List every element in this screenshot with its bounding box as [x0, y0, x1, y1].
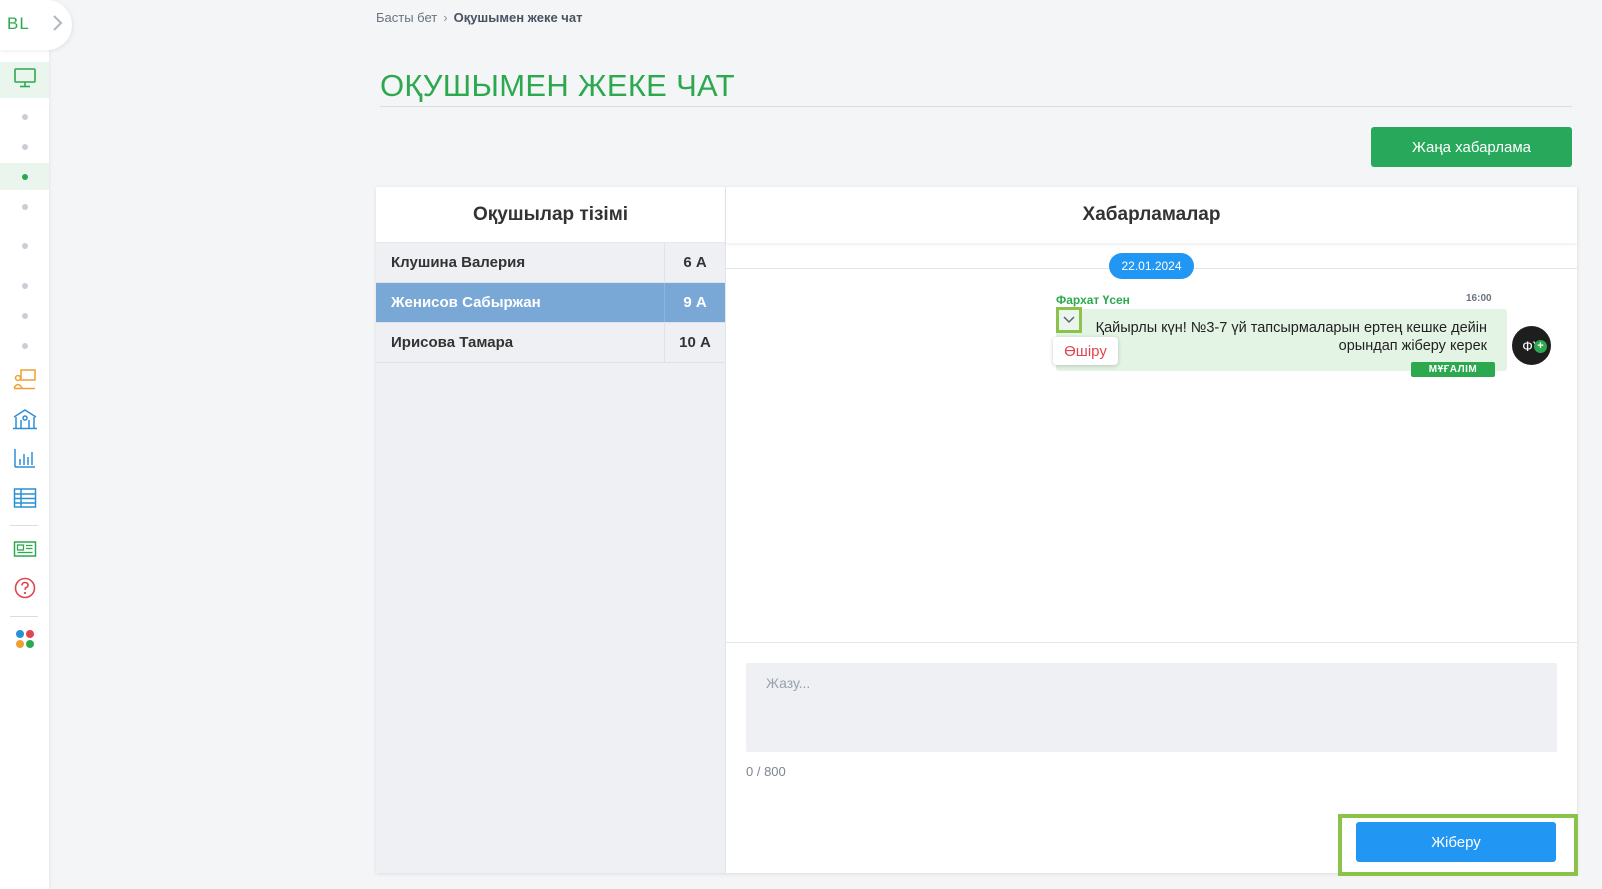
sidebar-item-help[interactable]	[0, 577, 49, 603]
breadcrumb-separator: ›	[443, 10, 448, 25]
newspaper-icon	[13, 540, 37, 563]
message-time: 16:00	[1466, 293, 1492, 304]
date-badge: 22.01.2024	[1109, 253, 1194, 279]
sidebar-subitem-5[interactable]	[0, 239, 49, 253]
plus-icon: +	[1534, 340, 1547, 353]
sidebar-divider	[10, 616, 38, 617]
delete-message-option[interactable]: Өшіру	[1053, 337, 1118, 365]
student-name: Клушина Валерия	[376, 243, 665, 282]
student-class: 9 А	[683, 294, 707, 311]
breadcrumb-current: Оқушымен жеке чат	[453, 10, 583, 25]
table-icon	[13, 487, 37, 514]
title-divider	[380, 106, 1572, 107]
chevron-down-icon	[1063, 311, 1075, 329]
school-building-icon	[12, 408, 38, 435]
dot-icon	[21, 283, 28, 289]
composer-divider	[726, 642, 1577, 643]
dot-icon	[21, 313, 28, 319]
logo-text: BL	[7, 14, 30, 33]
student-name: Ирисова Тамара	[376, 323, 665, 362]
sidebar-subitem-6[interactable]	[0, 279, 49, 293]
sidebar-item-table[interactable]	[0, 487, 49, 513]
chat-panel: Оқушылар тізімі Клушина Валерия 6 А Жени…	[376, 187, 1578, 876]
sidebar-item-news[interactable]	[0, 539, 49, 563]
message-sender: Фархат Үсен	[1056, 293, 1130, 307]
dot-icon	[21, 243, 28, 249]
message-text: Қайырлы күн! №3-7 үй тапсырмаларын ертең…	[1095, 320, 1487, 354]
sidebar	[0, 0, 49, 889]
dot-icon	[21, 144, 28, 150]
student-name: Женисов Сабыржан	[376, 283, 665, 322]
new-message-button[interactable]: Жаңа хабарлама	[1371, 127, 1572, 167]
breadcrumb-home[interactable]: Басты бет	[376, 10, 437, 25]
sidebar-subitem-4[interactable]	[0, 200, 49, 214]
char-counter: 0 / 800	[746, 764, 786, 779]
sidebar-subitem-3[interactable]	[0, 163, 49, 190]
dot-icon	[21, 173, 28, 180]
messages-pane: Хабарламалар 22.01.2024 Фархат Үсен 16:0…	[726, 187, 1577, 873]
page-title: ОҚУШЫМЕН ЖЕКЕ ЧАТ	[380, 68, 735, 103]
logo[interactable]: BL	[0, 0, 72, 50]
sidebar-item-apps[interactable]	[0, 628, 49, 654]
dot-icon	[21, 204, 28, 210]
help-icon	[13, 576, 37, 605]
dot-icon	[21, 114, 28, 120]
student-class: 6 А	[683, 254, 707, 271]
teacher-board-icon	[12, 368, 37, 395]
sidebar-item-teaching[interactable]	[0, 368, 49, 394]
students-header: Оқушылар тізімі	[376, 187, 725, 243]
bar-chart-icon	[13, 447, 37, 474]
sidebar-divider	[10, 525, 38, 526]
sidebar-subitem-8[interactable]	[0, 339, 49, 353]
sidebar-subitem-7[interactable]	[0, 309, 49, 323]
dot-icon	[21, 343, 28, 349]
student-row-selected[interactable]: Женисов Сабыржан 9 А	[376, 283, 725, 323]
students-list: Оқушылар тізімі Клушина Валерия 6 А Жени…	[376, 187, 726, 873]
messages-header: Хабарламалар	[726, 187, 1577, 243]
message-input[interactable]	[746, 663, 1557, 752]
student-row[interactable]: Клушина Валерия 6 А	[376, 243, 725, 283]
apps-grid-icon	[13, 627, 37, 656]
send-button[interactable]: Жіберу	[1356, 822, 1556, 862]
monitor-icon	[13, 67, 37, 94]
student-row[interactable]: Ирисова Тамара 10 А	[376, 323, 725, 363]
message-options-toggle[interactable]	[1056, 307, 1082, 333]
role-badge: МҰҒАЛІМ	[1411, 362, 1495, 377]
breadcrumb: Басты бет › Оқушымен жеке чат	[376, 10, 582, 25]
sidebar-item-dashboard[interactable]	[0, 62, 49, 98]
sidebar-subitem-1[interactable]	[0, 110, 49, 124]
sidebar-item-statistics[interactable]	[0, 447, 49, 473]
chevron-right-icon[interactable]	[50, 14, 64, 32]
sidebar-item-school[interactable]	[0, 408, 49, 434]
student-class: 10 А	[679, 334, 711, 351]
sidebar-subitem-2[interactable]	[0, 140, 49, 154]
